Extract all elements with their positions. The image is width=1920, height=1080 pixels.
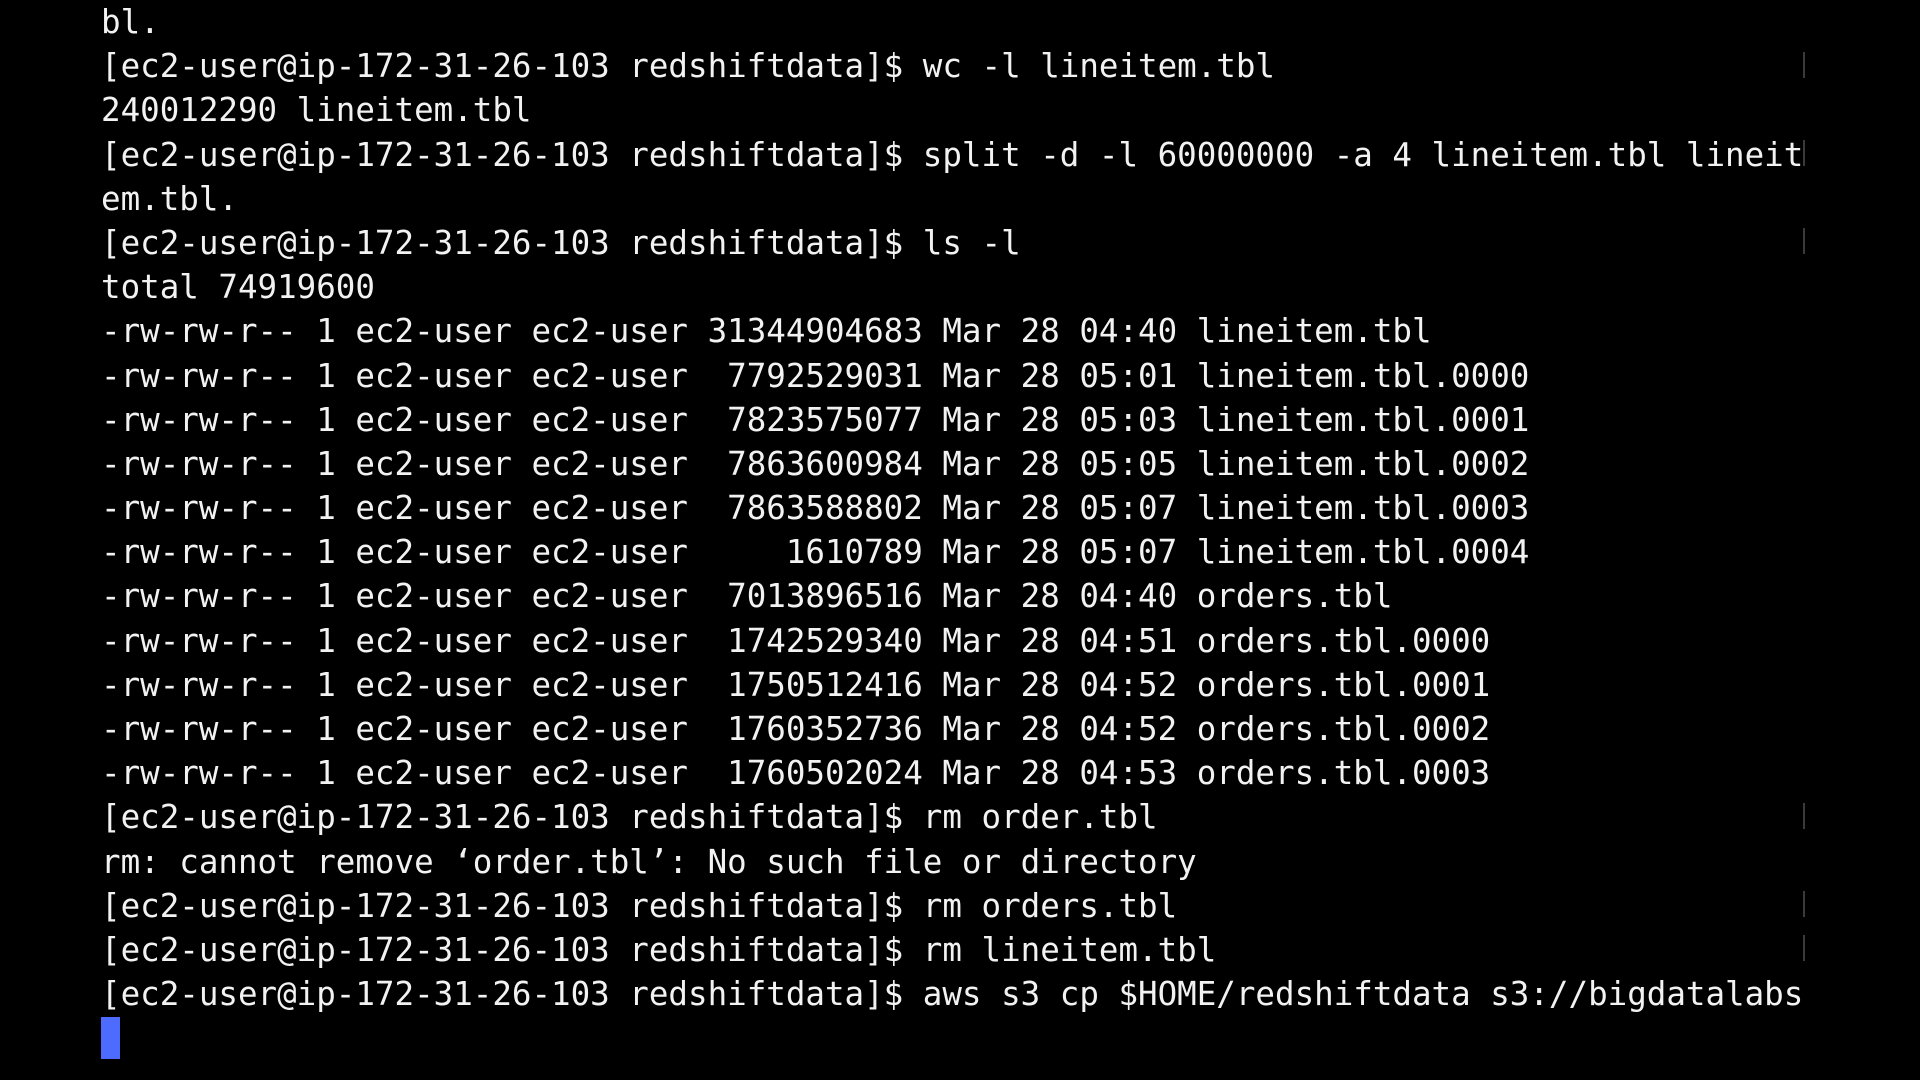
file-listing-row: -rw-rw-r-- 1 ec2-user ec2-user 176050202… [101, 754, 1491, 793]
file-listing-row: -rw-rw-r-- 1 ec2-user ec2-user 786358880… [101, 489, 1530, 528]
file-listing-row: -rw-rw-r-- 1 ec2-user ec2-user 313449046… [101, 312, 1432, 351]
cursor-line[interactable] [101, 1016, 1821, 1060]
command-line: [ec2-user@ip-172-31-26-103 redshiftdata]… [101, 133, 1821, 177]
file-listing-row: -rw-rw-r-- 1 ec2-user ec2-user 782357507… [101, 400, 1530, 439]
wrap-marker [1803, 935, 1805, 961]
terminal-window[interactable]: bl. [ec2-user@ip-172-31-26-103 redshiftd… [0, 0, 1920, 1080]
terminal-line: 240012290 lineitem.tbl [101, 91, 532, 130]
command-line: [ec2-user@ip-172-31-26-103 redshiftdata]… [101, 221, 1821, 265]
file-listing-row: -rw-rw-r-- 1 ec2-user ec2-user 701389651… [101, 577, 1393, 616]
wrap-marker [1803, 228, 1805, 254]
command-line: [ec2-user@ip-172-31-26-103 redshiftdata]… [101, 44, 1821, 88]
terminal-line: em.tbl. [101, 179, 238, 218]
file-listing-row: -rw-rw-r-- 1 ec2-user ec2-user 176035273… [101, 710, 1491, 748]
command-line: [ec2-user@ip-172-31-26-103 redshiftdata]… [101, 795, 1821, 839]
terminal-line: total 74919600 [101, 268, 375, 307]
error-message: rm: cannot remove ‘order.tbl’: No such f… [101, 842, 1197, 881]
command-line: [ec2-user@ip-172-31-26-103 redshiftdata]… [101, 928, 1821, 972]
wrap-marker [1803, 803, 1805, 829]
file-listing-row: -rw-rw-r-- 1 ec2-user ec2-user 174252934… [101, 621, 1491, 660]
wrap-marker [1803, 140, 1805, 166]
command-line: [ec2-user@ip-172-31-26-103 redshiftdata]… [101, 884, 1821, 928]
wrap-marker [1803, 52, 1805, 78]
terminal-output[interactable]: bl. [ec2-user@ip-172-31-26-103 redshiftd… [101, 0, 1821, 1080]
current-command-line[interactable]: [ec2-user@ip-172-31-26-103 redshiftdata]… [101, 972, 1821, 1016]
terminal-line: bl. [101, 3, 160, 41]
wrap-marker [1803, 891, 1805, 917]
text-cursor [101, 1017, 120, 1060]
file-listing-row: -rw-rw-r-- 1 ec2-user ec2-user 779252903… [101, 356, 1530, 395]
file-listing-row: -rw-rw-r-- 1 ec2-user ec2-user 786360098… [101, 444, 1530, 483]
file-listing-row: -rw-rw-r-- 1 ec2-user ec2-user 1610789 M… [101, 533, 1530, 572]
file-listing-row: -rw-rw-r-- 1 ec2-user ec2-user 175051241… [101, 665, 1491, 704]
